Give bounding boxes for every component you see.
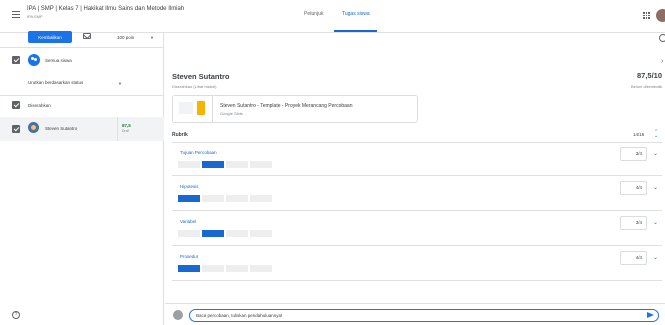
rubric-total: 14/16 (633, 132, 645, 137)
help-icon[interactable]: ? (12, 311, 20, 319)
rating-levels (178, 195, 272, 202)
section-checkbox[interactable] (12, 101, 20, 109)
section-label: Diserahkan (28, 103, 51, 108)
send-icon[interactable] (647, 312, 654, 318)
rubric-criterion: Variabel 3/4 ⌄ (172, 212, 662, 246)
comment-bar (165, 303, 665, 325)
rubric-criterion: Hipotesis 4/4 ⌄ (172, 177, 662, 211)
select-all-checkbox[interactable] (12, 56, 20, 64)
rating-level[interactable] (250, 230, 272, 237)
chevron-down-icon[interactable]: ⌄ (653, 150, 658, 157)
sort-select[interactable]: Urutkan berdasarkan status (28, 80, 83, 85)
menu-icon[interactable] (12, 11, 20, 18)
return-button[interactable]: Kembalikan (28, 31, 72, 43)
criterion-name[interactable]: Prosedur (180, 254, 198, 259)
criterion-score-input[interactable]: 3/4 (620, 147, 647, 161)
criterion-score-input[interactable]: 4/4 (620, 181, 647, 195)
student-checkbox[interactable] (12, 125, 20, 133)
attachment-card[interactable]: Steven Sutantro - Template - Proyek Mera… (172, 95, 418, 123)
course-subtitle: IPA SMP (27, 14, 43, 19)
attachment-title: Steven Sutantro - Template - Proyek Mera… (220, 103, 353, 109)
criterion-name[interactable]: Tujuan Percobaan (180, 150, 217, 155)
account-avatar[interactable] (656, 9, 665, 22)
rating-level[interactable] (178, 230, 200, 237)
all-students-label: Semua siswa (45, 58, 72, 63)
active-tab-indicator (334, 30, 377, 32)
course-title: IPA | SMP | Kelas 7 | Hakikat Ilmu Sains… (27, 6, 185, 12)
list-item[interactable]: Steven Sutantro 87,5 Draf (0, 117, 164, 141)
chevron-down-icon[interactable]: ⌄ (653, 219, 658, 226)
slides-file-icon (173, 96, 213, 122)
apps-grid-icon[interactable] (643, 12, 650, 19)
return-status: Belum dikembalik (631, 84, 663, 89)
criterion-score-input[interactable]: 4/4 (620, 251, 647, 265)
rating-level[interactable] (250, 161, 272, 168)
rating-level[interactable] (226, 265, 248, 272)
avatar (173, 310, 183, 320)
rating-level[interactable] (202, 195, 224, 202)
avatar (28, 122, 39, 133)
student-name: Steven Sutantro (45, 126, 78, 131)
divider (0, 95, 164, 96)
caret-down-icon[interactable]: ▼ (118, 81, 122, 86)
attachment-type: Google Slide (220, 111, 243, 116)
rating-level[interactable] (250, 195, 272, 202)
rating-level[interactable] (202, 265, 224, 272)
rating-level[interactable] (202, 161, 224, 168)
student-list-panel: Kembalikan 100 poin ▼ Semua siswa Urutka… (0, 31, 164, 325)
rating-levels (178, 230, 272, 237)
chevron-down-icon[interactable]: ⌄ (653, 184, 658, 191)
submission-status[interactable]: Diserahkan (Lihat histori) (172, 84, 216, 89)
rating-level[interactable] (178, 161, 200, 168)
rating-level[interactable] (178, 195, 200, 202)
caret-down-icon[interactable]: ▼ (150, 35, 154, 40)
rating-level[interactable] (250, 265, 272, 272)
rating-level[interactable] (226, 195, 248, 202)
draft-label: Draf (122, 129, 129, 133)
criterion-name[interactable]: Variabel (180, 219, 196, 224)
divider (0, 47, 164, 48)
all-students-icon (28, 54, 40, 66)
chevron-right-icon[interactable]: › (661, 58, 663, 65)
email-icon[interactable] (83, 33, 91, 39)
rating-levels (178, 161, 272, 168)
criterion-score-input[interactable]: 3/4 (620, 216, 647, 230)
top-app-bar: IPA | SMP | Kelas 7 | Hakikat Ilmu Sains… (0, 0, 665, 33)
chevron-down-icon[interactable]: ⌄ (653, 254, 658, 261)
criterion-name[interactable]: Hipotesis (180, 184, 199, 189)
rubric-label: Rubrik (172, 132, 188, 138)
expand-collapse-icon[interactable]: ⌃ ⌄ (654, 130, 658, 139)
settings-icon[interactable] (659, 34, 665, 42)
grade-cell[interactable]: 87,5 Draf (117, 117, 164, 141)
student-title: Steven Sutantro (172, 72, 230, 81)
rubric-criterion: Tujuan Percobaan 3/4 ⌄ (172, 142, 662, 176)
rating-level[interactable] (226, 230, 248, 237)
rating-level[interactable] (202, 230, 224, 237)
rating-level[interactable] (226, 161, 248, 168)
total-score[interactable]: 87,5/10 (637, 71, 662, 80)
private-comment-input[interactable] (189, 309, 659, 322)
rating-level[interactable] (178, 265, 200, 272)
tab-petunjuk[interactable]: Petunjuk (304, 11, 323, 17)
student-grade: 87,5 (122, 123, 131, 128)
rubric-criterion: Prosedur 4/4 ⌄ (172, 247, 662, 281)
points-select[interactable]: 100 poin (117, 35, 134, 40)
tab-tugas-siswa[interactable]: Tugas siswa (342, 11, 370, 17)
grading-panel: › Steven Sutantro Diserahkan (Lihat hist… (165, 33, 665, 325)
rating-levels (178, 265, 272, 272)
